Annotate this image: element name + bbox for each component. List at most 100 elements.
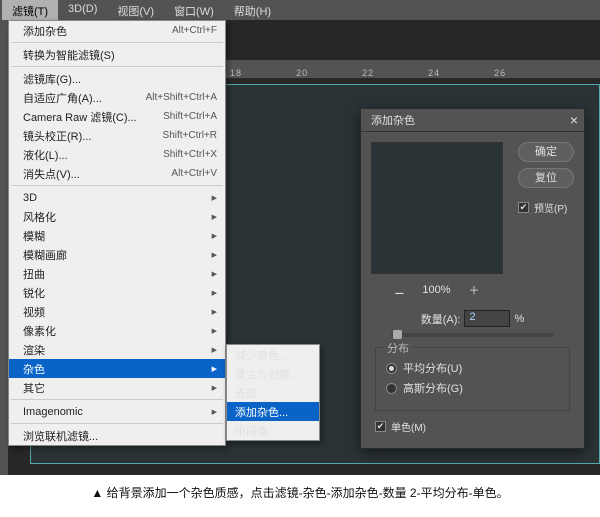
menu-separator <box>11 423 223 424</box>
menu-item-label: Imagenomic <box>23 406 83 418</box>
dialog-titlebar[interactable]: 添加杂色 × <box>361 109 584 132</box>
menu-item-label: 浏览联机滤镜... <box>23 428 98 444</box>
menu-view[interactable]: 视图(V) <box>107 0 164 20</box>
menu-separator <box>11 66 223 67</box>
menu-item-label: 去斑 <box>235 385 257 401</box>
tutorial-caption: ▲ 给背景添加一个杂色质感，点击滤镜-杂色-添加杂色-数量 2-平均分布-单色。 <box>0 484 600 501</box>
menu-separator <box>11 399 223 400</box>
menu-item-3d[interactable]: 3D <box>9 188 225 207</box>
menu-item-label: 添加杂色 <box>23 23 67 39</box>
ruler-tick: 24 <box>428 68 440 78</box>
check-icon: ✔ <box>375 421 386 432</box>
amount-input[interactable]: 2 <box>464 310 510 327</box>
menu-item-video[interactable]: 视频 <box>9 302 225 321</box>
zoom-out-icon[interactable]: ⚊ <box>394 284 404 297</box>
menu-item-sharpen[interactable]: 锐化 <box>9 283 225 302</box>
distribution-group: 分布 平均分布(U) 高斯分布(G) <box>375 347 570 411</box>
menu-item-imagenomic[interactable]: Imagenomic <box>9 402 225 421</box>
menu-item-label: 3D <box>23 192 37 204</box>
submenu-despeckle[interactable]: 去斑 <box>227 383 319 402</box>
menu-item-label: 风格化 <box>23 209 56 225</box>
menu-item-other[interactable]: 其它 <box>9 378 225 397</box>
menu-item-label: 中间值... <box>235 423 277 439</box>
submenu-median[interactable]: 中间值... <box>227 421 319 440</box>
reset-button[interactable]: 复位 <box>518 168 574 188</box>
menu-item-filter-gallery[interactable]: 滤镜库(G)... <box>9 69 225 88</box>
menu-3d[interactable]: 3D(D) <box>58 0 107 20</box>
radio-icon <box>386 363 397 374</box>
menu-item-label: 渲染 <box>23 342 45 358</box>
menu-item-label: 锐化 <box>23 285 45 301</box>
dialog-title-text: 添加杂色 <box>371 112 415 128</box>
menu-item-shortcut: Shift+Ctrl+A <box>163 111 217 122</box>
menu-item-blur-gallery[interactable]: 模糊画廊 <box>9 245 225 264</box>
menu-item-smart-filter[interactable]: 转换为智能滤镜(S) <box>9 45 225 64</box>
radio-uniform[interactable]: 平均分布(U) <box>386 360 559 376</box>
filter-menu: 添加杂色 Alt+Ctrl+F 转换为智能滤镜(S) 滤镜库(G)... 自适应… <box>8 20 226 446</box>
menu-item-label: 转换为智能滤镜(S) <box>23 47 115 63</box>
menu-item-label: 视频 <box>23 304 45 320</box>
radio-label: 平均分布(U) <box>403 360 462 376</box>
menu-separator <box>11 185 223 186</box>
menu-item-shortcut: Alt+Shift+Ctrl+A <box>146 92 217 103</box>
menu-item-browse-online[interactable]: 浏览联机滤镜... <box>9 426 225 445</box>
preview-thumbnail[interactable] <box>371 142 503 274</box>
ruler-tick: 18 <box>230 68 242 78</box>
menu-item-pixelate[interactable]: 像素化 <box>9 321 225 340</box>
menu-item-label: 自适应广角(A)... <box>23 90 102 106</box>
menu-help[interactable]: 帮助(H) <box>224 0 281 20</box>
slider-thumb-icon[interactable] <box>393 330 402 339</box>
menu-item-label: 杂色 <box>23 361 45 377</box>
menu-item-shortcut: Shift+Ctrl+R <box>163 130 217 141</box>
submenu-add-noise[interactable]: 添加杂色... <box>227 402 319 421</box>
submenu-reduce-noise[interactable]: 减少杂色... <box>227 345 319 364</box>
menu-filter[interactable]: 滤镜(T) <box>2 0 58 20</box>
menu-window[interactable]: 窗口(W) <box>164 0 224 20</box>
close-icon[interactable]: × <box>570 112 578 128</box>
menu-item-distort[interactable]: 扭曲 <box>9 264 225 283</box>
radio-icon <box>386 383 397 394</box>
menu-item-label: 扭曲 <box>23 266 45 282</box>
monochrome-checkbox[interactable]: ✔ 单色(M) <box>375 419 570 434</box>
amount-unit: % <box>514 313 524 325</box>
amount-label: 数量(A): <box>421 311 461 327</box>
menu-item-camera-raw[interactable]: Camera Raw 滤镜(C)... Shift+Ctrl+A <box>9 107 225 126</box>
menu-item-label: 消失点(V)... <box>23 166 80 182</box>
ok-button[interactable]: 确定 <box>518 142 574 162</box>
menu-item-shortcut: Alt+Ctrl+F <box>172 25 217 36</box>
menu-item-blur[interactable]: 模糊 <box>9 226 225 245</box>
menu-item-vanishing-point[interactable]: 消失点(V)... Alt+Ctrl+V <box>9 164 225 183</box>
menu-item-liquify[interactable]: 液化(L)...Shift+Ctrl+X <box>9 145 225 164</box>
menu-item-label: 滤镜库(G)... <box>23 71 81 87</box>
ruler-tick: 22 <box>362 68 374 78</box>
submenu-dust-scratches[interactable]: 蒙尘与划痕... <box>227 364 319 383</box>
menu-separator <box>11 42 223 43</box>
menu-item-label: 镜头校正(R)... <box>23 128 91 144</box>
menu-item-stylize[interactable]: 风格化 <box>9 207 225 226</box>
menu-item-shortcut: Shift+Ctrl+X <box>163 149 217 160</box>
menubar: 滤镜(T) 3D(D) 视图(V) 窗口(W) 帮助(H) <box>0 0 600 20</box>
menu-item-shortcut: Alt+Ctrl+V <box>171 168 217 179</box>
ruler-tick: 20 <box>296 68 308 78</box>
menu-item-repeat-filter[interactable]: 添加杂色 Alt+Ctrl+F <box>9 21 225 40</box>
menu-item-label: 模糊 <box>23 228 45 244</box>
add-noise-dialog: 添加杂色 × 确定 复位 ✔ 预览(P) ⚊ 100% ＋ 数量(A): 2 % <box>360 108 585 449</box>
noise-submenu: 减少杂色... 蒙尘与划痕... 去斑 添加杂色... 中间值... <box>226 344 320 441</box>
menu-item-label: 像素化 <box>23 323 56 339</box>
app-frame: 滤镜(T) 3D(D) 视图(V) 窗口(W) 帮助(H) 12 14 16 1… <box>0 0 600 475</box>
menu-item-label: 蒙尘与划痕... <box>235 366 299 382</box>
menu-item-label: Camera Raw 滤镜(C)... <box>23 109 137 125</box>
radio-gaussian[interactable]: 高斯分布(G) <box>386 380 559 396</box>
menu-item-render[interactable]: 渲染 <box>9 340 225 359</box>
zoom-in-icon[interactable]: ＋ <box>469 282 480 298</box>
menu-item-lens-correction[interactable]: 镜头校正(R)... Shift+Ctrl+R <box>9 126 225 145</box>
amount-slider[interactable] <box>391 333 554 337</box>
checkbox-label: 单色(M) <box>391 419 426 434</box>
group-title: 分布 <box>384 340 412 356</box>
menu-item-label: 添加杂色... <box>235 404 288 420</box>
preview-checkbox[interactable]: ✔ 预览(P) <box>518 200 574 215</box>
check-icon: ✔ <box>518 202 529 213</box>
menu-item-adaptive-wide-angle[interactable]: 自适应广角(A)... Alt+Shift+Ctrl+A <box>9 88 225 107</box>
menu-item-noise[interactable]: 杂色 <box>9 359 225 378</box>
menu-item-label: 减少杂色... <box>235 347 288 363</box>
